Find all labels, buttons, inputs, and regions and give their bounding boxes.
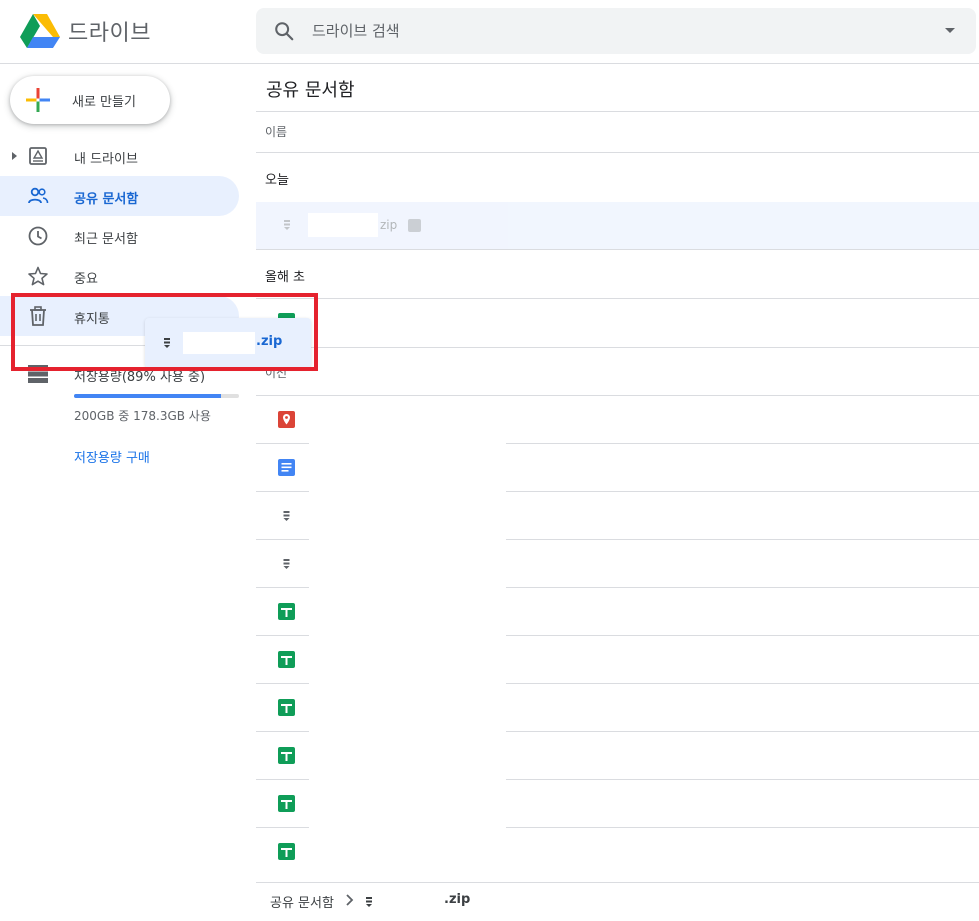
sidebar-item-starred[interactable]: 중요 — [0, 256, 239, 296]
sidebar-item-label: 중요 — [74, 272, 98, 287]
sheets-file-icon[interactable] — [278, 699, 295, 716]
row-divider — [506, 635, 979, 636]
sheets-file-icon[interactable] — [278, 795, 295, 812]
sidebar-item-my-drive[interactable]: 내 드라이브 — [0, 136, 239, 176]
breadcrumb-divider — [256, 882, 979, 883]
row-divider — [256, 298, 979, 299]
chevron-right-icon — [346, 894, 354, 906]
row-divider — [506, 779, 979, 780]
row-divider — [256, 249, 979, 250]
search-icon[interactable] — [273, 20, 295, 42]
new-button[interactable]: 새로 만들기 — [10, 76, 170, 124]
sheets-file-icon[interactable] — [278, 747, 295, 764]
row-divider — [506, 443, 979, 444]
buy-storage-link[interactable]: 저장용량 구매 — [74, 447, 150, 466]
new-button-label: 새로 만들기 — [72, 95, 136, 110]
breadcrumb-root[interactable]: 공유 문서함 — [270, 892, 334, 911]
sidebar-item-label: 내 드라이브 — [74, 152, 138, 167]
zip-file-icon — [366, 897, 372, 907]
page-title: 공유 문서함 — [266, 80, 355, 101]
shared-people-icon — [28, 187, 49, 204]
row-divider — [256, 539, 309, 540]
breadcrumb-file[interactable]: .zip — [444, 892, 470, 907]
group-header-today: 오늘 — [265, 173, 289, 188]
group-header-early-this-year: 올해 초 — [265, 270, 306, 285]
top-bar: 드라이브 — [0, 0, 979, 64]
highlight-annotation — [11, 293, 318, 371]
expand-arrow-icon[interactable] — [12, 152, 17, 160]
google-drive-logo-icon[interactable] — [20, 14, 60, 48]
row-divider — [256, 779, 309, 780]
zip-file-icon[interactable] — [278, 507, 295, 524]
star-icon — [28, 266, 48, 286]
file-name: zip — [380, 218, 398, 232]
colorful-plus-icon — [26, 88, 50, 112]
row-divider — [256, 827, 309, 828]
zip-file-icon — [284, 220, 290, 230]
row-divider — [256, 347, 979, 348]
sidebar-item-label: 최근 문서함 — [74, 232, 138, 247]
row-divider — [256, 683, 309, 684]
redacted-filename — [308, 213, 378, 237]
zip-file-icon[interactable] — [278, 555, 295, 572]
search-input[interactable] — [312, 8, 912, 54]
shared-badge-icon — [408, 219, 421, 232]
app-title: 드라이브 — [68, 21, 151, 46]
row-divider — [256, 443, 309, 444]
sidebar-item-recent[interactable]: 최근 문서함 — [0, 216, 239, 256]
row-divider — [506, 587, 979, 588]
file-row-selected[interactable]: zip — [256, 202, 979, 249]
sidebar-item-label: 공유 문서함 — [74, 192, 139, 207]
row-divider — [256, 587, 309, 588]
sheets-file-icon[interactable] — [278, 603, 295, 620]
docs-file-icon[interactable] — [278, 459, 295, 476]
sidebar-item-shared[interactable]: 공유 문서함 — [0, 176, 239, 216]
clock-icon — [28, 226, 48, 246]
drive-folder-icon — [29, 147, 47, 165]
row-divider — [256, 152, 979, 153]
row-divider — [256, 731, 309, 732]
row-divider — [506, 731, 979, 732]
row-divider — [506, 539, 979, 540]
sheets-file-icon[interactable] — [278, 843, 295, 860]
title-divider — [256, 111, 979, 112]
search-options-dropdown-icon[interactable] — [945, 28, 955, 33]
storage-progress-bar — [74, 394, 239, 398]
row-divider — [506, 683, 979, 684]
storage-detail: 200GB 중 178.3GB 사용 — [74, 409, 211, 423]
row-divider — [256, 395, 979, 396]
row-divider — [256, 635, 309, 636]
maps-file-icon[interactable] — [278, 411, 295, 428]
search-bar[interactable] — [256, 8, 976, 54]
row-divider — [256, 491, 309, 492]
storage-progress-fill — [74, 394, 221, 398]
sheets-file-icon[interactable] — [278, 651, 295, 668]
row-divider — [506, 491, 979, 492]
row-divider — [506, 827, 979, 828]
column-header-name[interactable]: 이름 — [265, 123, 287, 140]
